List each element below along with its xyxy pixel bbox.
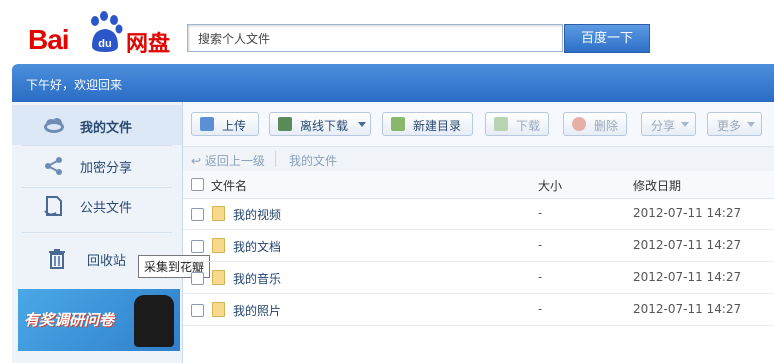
folder-icon: [212, 270, 225, 285]
logo-du-text: du: [98, 38, 111, 50]
file-size: -: [538, 302, 543, 316]
survey-ad-banner[interactable]: 有奖调研问卷: [18, 289, 180, 351]
offline-download-button[interactable]: 离线下载: [269, 112, 371, 136]
file-modified: 2012-07-11 14:27: [633, 206, 742, 220]
search-button[interactable]: 百度一下: [564, 24, 650, 53]
download-button[interactable]: 下载: [485, 112, 549, 136]
download-label: 下载: [516, 119, 541, 133]
chevron-down-icon: [358, 122, 366, 127]
upload-button[interactable]: 上传: [191, 112, 259, 136]
file-modified: 2012-07-11 14:27: [633, 302, 742, 316]
welcome-bar: 下午好，欢迎回来: [12, 64, 774, 102]
share-icon: [45, 157, 62, 175]
breadcrumb-current: 我的文件: [289, 154, 338, 168]
backpack-image: [134, 295, 174, 347]
new-folder-button[interactable]: 新建目录: [382, 112, 473, 136]
table-row[interactable]: 我的音乐 - 2012-07-11 14:27: [183, 262, 774, 294]
chevron-down-icon: [747, 122, 755, 127]
baidu-pan-logo[interactable]: Bai du 网盘: [28, 10, 178, 57]
more-button[interactable]: 更多: [707, 112, 762, 136]
sidebar: 我的文件 加密分享 公共文件 回收站 有奖调研问卷: [12, 102, 183, 363]
chevron-down-icon: [681, 122, 689, 127]
column-header-name[interactable]: 文件名: [211, 177, 247, 194]
table-row[interactable]: 我的视频 - 2012-07-11 14:27: [183, 198, 774, 230]
share-button[interactable]: 分享: [641, 112, 696, 136]
sidebar-item-label: 加密分享: [80, 161, 133, 176]
sidebar-item-label: 回收站: [87, 254, 127, 269]
table-row[interactable]: 我的照片 - 2012-07-11 14:27: [183, 294, 774, 326]
folder-icon: [212, 302, 225, 317]
offline-download-label: 离线下载: [300, 119, 349, 133]
row-checkbox[interactable]: [191, 272, 204, 285]
row-checkbox[interactable]: [191, 208, 204, 221]
file-name[interactable]: 我的音乐: [233, 270, 281, 287]
paw-icon: du: [91, 11, 123, 52]
folder-icon: [212, 238, 225, 253]
logo-bai-text: Bai: [28, 24, 70, 55]
sidebar-item-label: 公共文件: [80, 201, 133, 216]
sidebar-item-public-files[interactable]: 公共文件: [12, 185, 182, 225]
file-name[interactable]: 我的视频: [233, 206, 281, 223]
file-name[interactable]: 我的照片: [233, 302, 281, 319]
back-link[interactable]: ↩ 返回上一级: [191, 152, 265, 169]
file-modified: 2012-07-11 14:27: [633, 270, 742, 284]
breadcrumb: ↩ 返回上一级 我的文件: [183, 146, 774, 172]
file-name[interactable]: 我的文档: [233, 238, 281, 255]
folder-icon: [212, 206, 225, 221]
delete-button[interactable]: 删除: [563, 112, 627, 136]
sidebar-item-encrypted-share[interactable]: 加密分享: [12, 145, 182, 185]
file-size: -: [538, 206, 543, 220]
new-folder-icon: [391, 117, 405, 131]
ad-text: 有奖调研问卷: [24, 311, 115, 329]
delete-label: 删除: [594, 119, 619, 133]
welcome-text: 下午好，欢迎回来: [26, 78, 123, 92]
logo-pan-text: 网盘: [126, 32, 171, 57]
upload-icon: [200, 117, 214, 131]
more-label: 更多: [717, 119, 742, 133]
search-input[interactable]: 搜索个人文件: [187, 24, 563, 52]
cloud-icon: [44, 118, 64, 133]
select-all-checkbox[interactable]: [191, 178, 204, 191]
file-modified: 2012-07-11 14:27: [633, 238, 742, 252]
offline-download-icon: [278, 117, 292, 131]
file-size: -: [538, 270, 543, 284]
delete-icon: [572, 117, 586, 131]
divider: [22, 232, 172, 233]
sidebar-item-my-files[interactable]: 我的文件: [12, 105, 182, 145]
column-header-size[interactable]: 大小: [538, 177, 562, 194]
download-icon: [494, 117, 508, 131]
row-checkbox[interactable]: [191, 240, 204, 253]
file-size: -: [538, 238, 543, 252]
upload-label: 上传: [222, 119, 247, 133]
row-checkbox[interactable]: [191, 304, 204, 317]
table-header: 文件名 大小 修改日期: [183, 171, 774, 199]
share-label: 分享: [651, 119, 676, 133]
back-link-label: 返回上一级: [204, 154, 265, 168]
document-icon: [44, 196, 62, 216]
top-bar: Bai du 网盘 搜索个人文件 百度一下: [0, 0, 774, 64]
toolbar: 上传 离线下载 新建目录 下载 删除 分享 更多: [183, 102, 774, 146]
trash-icon: [49, 249, 65, 269]
sidebar-item-label: 我的文件: [80, 121, 133, 136]
table-row[interactable]: 我的文档 - 2012-07-11 14:27: [183, 230, 774, 262]
column-header-modified[interactable]: 修改日期: [633, 177, 681, 194]
new-folder-label: 新建目录: [413, 119, 462, 133]
divider: [275, 151, 276, 167]
